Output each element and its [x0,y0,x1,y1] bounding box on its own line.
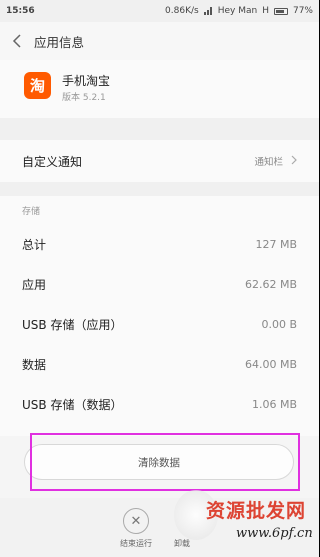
page-title: 应用信息 [34,34,85,50]
notification-value-text: 通知栏 [254,157,283,168]
status-indicators: 0.86K/s Hey Man H 77% [165,6,313,16]
battery-percent: 77% [292,6,313,16]
storage-value: 1.06 MB [251,397,297,411]
storage-label: 总计 [22,237,47,252]
storage-row-total: 总计 127 MB [0,224,319,264]
app-info: 淘 手机淘宝 版本 5.2.1 [0,60,319,118]
highlight-annotation-box [30,433,300,491]
watermark-text: 资源批发网 [206,500,307,522]
carrier-name: Hey Man [217,6,258,16]
app-name: 手机淘宝 [62,74,111,88]
storage-value: 64.00 MB [244,357,297,371]
network-speed: 0.86K/s [165,6,199,16]
storage-row-usb-data: USB 存储（数据） 1.06 MB [0,384,319,424]
chevron-right-icon [291,155,297,168]
close-circle-icon: ✕ [123,508,149,534]
signal-icon [203,7,213,15]
notification-value: 通知栏 [254,154,297,168]
storage-value: 127 MB [255,237,297,251]
app-info-screen: 15:56 0.86K/s Hey Man H 77% 应用信息 淘 手机淘宝 … [0,0,319,557]
storage-value: 62.62 MB [244,277,297,291]
divider [0,182,319,196]
storage-label: 数据 [22,357,47,372]
storage-label: 应用 [22,277,47,292]
app-version: 版本 5.2.1 [62,93,106,103]
storage-label: USB 存储（应用） [22,317,123,332]
force-stop-label: 结束运行 [120,539,152,548]
header: 应用信息 [0,22,319,60]
storage-section: 存储 总计 127 MB 应用 62.62 MB USB 存储（应用） 0.00… [0,196,319,436]
status-bar: 15:56 0.86K/s Hey Man H 77% [0,0,319,22]
storage-row-app: 应用 62.62 MB [0,264,319,304]
storage-value: 0.00 B [261,317,297,331]
notification-label: 自定义通知 [22,154,83,169]
force-stop-button[interactable]: ✕ 结束运行 [112,508,160,553]
watermark: 资源批发网 www.6pf.cn [170,488,319,557]
divider [0,118,319,140]
network-type: H [262,6,269,16]
status-time: 15:56 [6,6,35,16]
watermark-url: www.6pf.cn [236,526,313,541]
storage-row-usb-app: USB 存储（应用） 0.00 B [0,304,319,344]
custom-notification-row[interactable]: 自定义通知 通知栏 [0,140,319,182]
storage-label: USB 存储（数据） [22,397,123,412]
storage-header: 存储 [22,207,41,217]
storage-row-data: 数据 64.00 MB [0,344,319,384]
back-icon[interactable] [0,22,34,60]
taobao-app-icon: 淘 [24,72,51,99]
battery-icon [273,7,288,15]
